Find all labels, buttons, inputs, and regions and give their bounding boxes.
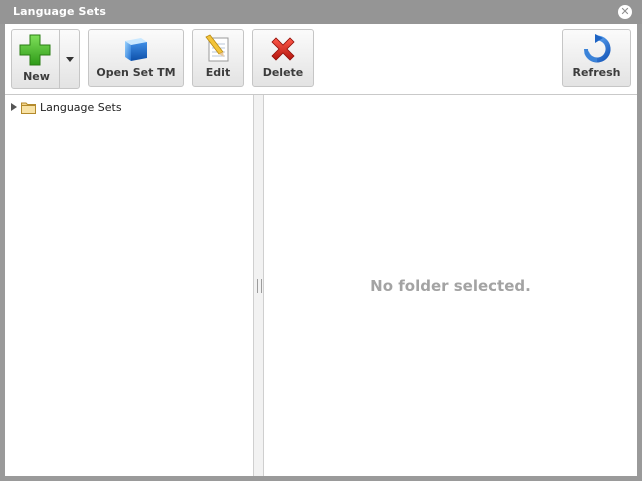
open-set-tm-button[interactable]: Open Set TM — [88, 29, 184, 87]
toolbar: New Open Set TM Edit Delete Refresh — [5, 24, 637, 95]
edit-button[interactable]: Edit — [192, 29, 244, 87]
close-icon[interactable]: ✕ — [618, 5, 632, 19]
open-set-tm-label: Open Set TM — [96, 66, 176, 79]
edit-label: Edit — [205, 66, 231, 79]
delete-label: Delete — [262, 66, 304, 79]
folder-tree-pane: Language Sets — [5, 95, 253, 476]
splitter-grip-icon — [257, 279, 262, 293]
new-main-part[interactable]: New — [12, 30, 61, 88]
empty-state-message: No folder selected. — [370, 277, 531, 295]
tree-item-label: Language Sets — [40, 100, 122, 114]
refresh-button[interactable]: Refresh — [562, 29, 631, 87]
tree-item-language-sets[interactable]: Language Sets — [11, 99, 122, 115]
window-content: New Open Set TM Edit Delete Refresh Lang… — [5, 24, 637, 476]
title-bar: Language Sets ✕ — [0, 0, 642, 24]
new-label: New — [23, 70, 50, 83]
expand-arrow-icon[interactable] — [11, 103, 17, 111]
new-dropdown-arrow[interactable] — [59, 30, 79, 88]
edit-note-icon — [205, 34, 229, 62]
new-button[interactable]: New — [11, 29, 80, 89]
refresh-icon — [583, 34, 611, 63]
delete-x-icon — [271, 37, 295, 61]
plus-icon — [19, 34, 51, 66]
refresh-label: Refresh — [572, 66, 621, 79]
folder-icon — [21, 102, 36, 114]
pane-splitter[interactable] — [253, 95, 264, 476]
chevron-down-icon — [66, 57, 74, 62]
details-pane: No folder selected. — [264, 95, 637, 476]
delete-button[interactable]: Delete — [252, 29, 314, 87]
cube-icon — [125, 38, 147, 61]
window-title: Language Sets — [13, 5, 107, 18]
language-sets-window: Language Sets ✕ New Open Set TM Edit Del… — [0, 0, 642, 481]
